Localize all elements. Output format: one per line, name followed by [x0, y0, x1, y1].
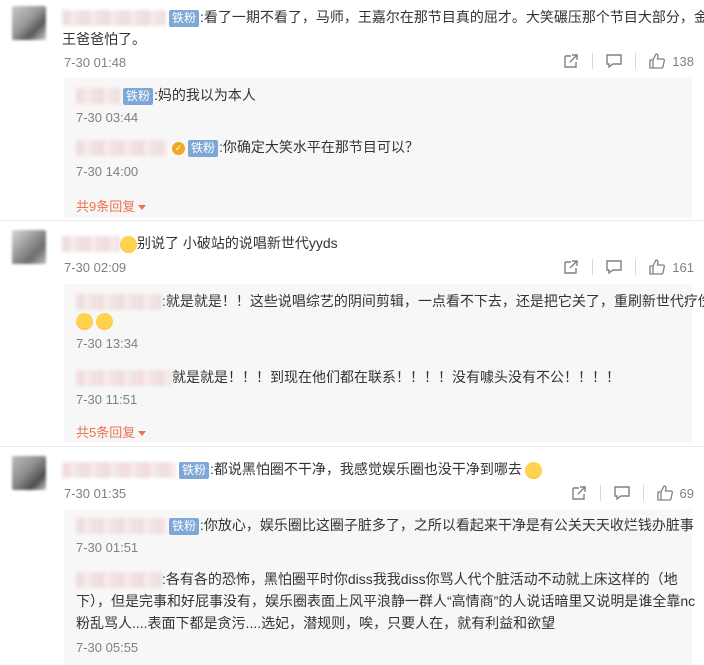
reply-list: 铁粉:你放心，娱乐圈比这圈子脏多了，之所以看起来干净是有公关天天收烂钱办脏事 7…: [64, 510, 696, 665]
fan-badge: 铁粉: [123, 87, 154, 105]
thumbs-up-icon[interactable]: [648, 52, 666, 70]
reply-text: :你确定大笑水平在那节目可以？: [219, 139, 419, 155]
thumbs-up-icon[interactable]: [648, 258, 666, 276]
vip-icon: ✓: [172, 141, 185, 155]
divider: [0, 446, 704, 447]
comment-icon[interactable]: [605, 258, 623, 276]
comment-body: 别说了 小破站的说唱新世代yyds: [62, 232, 338, 254]
more-replies-link[interactable]: 共9条回复: [76, 196, 147, 215]
comment-text-cont: 王爸爸怕了。: [62, 31, 146, 47]
comment-body: 铁粉:看了一期不看了，马师，王嘉尔在那节目真的屈才。大笑碾压那个节目大部分，金: [62, 6, 704, 28]
reply-text: :各有各的恐怖，黑怕圈平时你diss我我diss你骂人代个脏活动不动就上床这样的…: [162, 571, 678, 587]
crying-emoji-icon: [120, 235, 137, 253]
reply-item: 铁粉:你放心，娱乐圈比这圈子脏多了，之所以看起来干净是有公关天天收烂钱办脏事: [76, 514, 694, 536]
reply-text-cont: 下），但是完事和好屁事没有，娱乐圈表面上风平浪静一群人“高情商”的人说话暗里又说…: [76, 593, 696, 609]
username[interactable]: [76, 370, 172, 387]
like-count: 138: [672, 53, 694, 69]
comment-actions: 138: [562, 52, 694, 70]
comment-item: 别说了 小破站的说唱新世代yyds 7-30 02:09 161 :就是就是！！…: [0, 222, 704, 444]
reply-item: ✓ 铁粉:你确定大笑水平在那节目可以？: [76, 136, 419, 158]
comment-text: :看了一期不看了，马师，王嘉尔在那节目真的屈才。大笑碾压那个节目大部分，金: [200, 9, 704, 25]
crying-emoji-icon: [96, 312, 113, 330]
avatar[interactable]: [12, 230, 46, 264]
username[interactable]: [76, 572, 162, 589]
username[interactable]: [76, 88, 120, 105]
like-count: 161: [672, 259, 694, 275]
username[interactable]: [76, 140, 166, 157]
reply-item: :就是就是！！这些说唱综艺的阴间剪辑，一点看不下去，还是把它关了，重刷新世代疗伤: [76, 290, 704, 312]
divider: [0, 220, 704, 221]
reply-text: :妈的我以为本人: [154, 87, 256, 103]
share-icon[interactable]: [570, 484, 588, 502]
reply-time: 7-30 14:00: [76, 164, 139, 179]
thumbs-up-icon[interactable]: [656, 484, 674, 502]
comment-actions: 69: [570, 484, 694, 502]
comment-item: 铁粉:都说黑怕圈不干净，我感觉娱乐圈也没干净到哪去 7-30 01:35 69 …: [0, 448, 704, 665]
fan-badge: 铁粉: [188, 139, 219, 157]
avatar[interactable]: [12, 6, 46, 40]
reply-item: 就是就是！！！到现在他们都在联系！！！！没有噱头没有不公！！！！: [76, 366, 620, 388]
more-replies-link[interactable]: 共5条回复: [76, 422, 147, 441]
username[interactable]: [62, 10, 166, 27]
shush-emoji-icon: [524, 461, 542, 479]
emoji-row: [76, 312, 113, 330]
comment-body: 铁粉:都说黑怕圈不干净，我感觉娱乐圈也没干净到哪去: [62, 458, 542, 480]
fan-badge: 铁粉: [169, 517, 200, 535]
reply-time: 7-30 13:34: [76, 336, 139, 351]
reply-time: 7-30 11:51: [76, 392, 138, 407]
avatar[interactable]: [12, 456, 46, 490]
reply-time: 7-30 03:44: [76, 110, 139, 125]
comment-time: 7-30 02:09: [64, 260, 127, 275]
comment-time: 7-30 01:35: [64, 486, 127, 501]
comment-text: 别说了 小破站的说唱新世代yyds: [137, 235, 338, 251]
reply-list: :就是就是！！这些说唱综艺的阴间剪辑，一点看不下去，还是把它关了，重刷新世代疗伤…: [64, 284, 704, 442]
reply-text-cont: 粉乱骂人....表面下都是贪污....选妃，潜规则，唉，只要人在，就有利益和欲望: [76, 615, 556, 631]
comment-actions: 161: [562, 258, 694, 276]
reply-time: 7-30 05:55: [76, 640, 139, 655]
comment-item: 铁粉:看了一期不看了，马师，王嘉尔在那节目真的屈才。大笑碾压那个节目大部分，金 …: [0, 0, 704, 220]
reply-time: 7-30 01:51: [76, 540, 139, 555]
username[interactable]: [76, 518, 166, 535]
like-count: 69: [679, 485, 694, 501]
username[interactable]: [62, 236, 120, 253]
comment-text: :都说黑怕圈不干净，我感觉娱乐圈也没干净到哪去: [210, 461, 522, 477]
username[interactable]: [76, 294, 162, 311]
more-replies-label: 共5条回复: [76, 425, 136, 440]
reply-list: 铁粉:妈的我以为本人 7-30 03:44 ✓ 铁粉:你确定大笑水平在那节目可以？…: [64, 78, 692, 218]
reply-item: :各有各的恐怖，黑怕圈平时你diss我我diss你骂人代个脏活动不动就上床这样的…: [76, 568, 678, 590]
reply-item: 铁粉:妈的我以为本人: [76, 84, 256, 106]
fan-badge: 铁粉: [169, 9, 200, 27]
chevron-down-icon: [138, 431, 147, 437]
share-icon[interactable]: [562, 52, 580, 70]
reply-text: :就是就是！！这些说唱综艺的阴间剪辑，一点看不下去，还是把它关了，重刷新世代疗伤: [162, 293, 704, 309]
comment-time: 7-30 01:48: [64, 55, 127, 70]
reply-text: 就是就是！！！到现在他们都在联系！！！！没有噱头没有不公！！！！: [172, 369, 620, 385]
comment-icon[interactable]: [605, 52, 623, 70]
more-replies-label: 共9条回复: [76, 199, 136, 214]
crying-emoji-icon: [76, 312, 93, 330]
fan-badge: 铁粉: [179, 461, 210, 479]
chevron-down-icon: [138, 205, 147, 211]
share-icon[interactable]: [562, 258, 580, 276]
comment-icon[interactable]: [613, 484, 631, 502]
reply-text: :你放心，娱乐圈比这圈子脏多了，之所以看起来干净是有公关天天收烂钱办脏事: [200, 517, 694, 533]
username[interactable]: [62, 462, 176, 479]
